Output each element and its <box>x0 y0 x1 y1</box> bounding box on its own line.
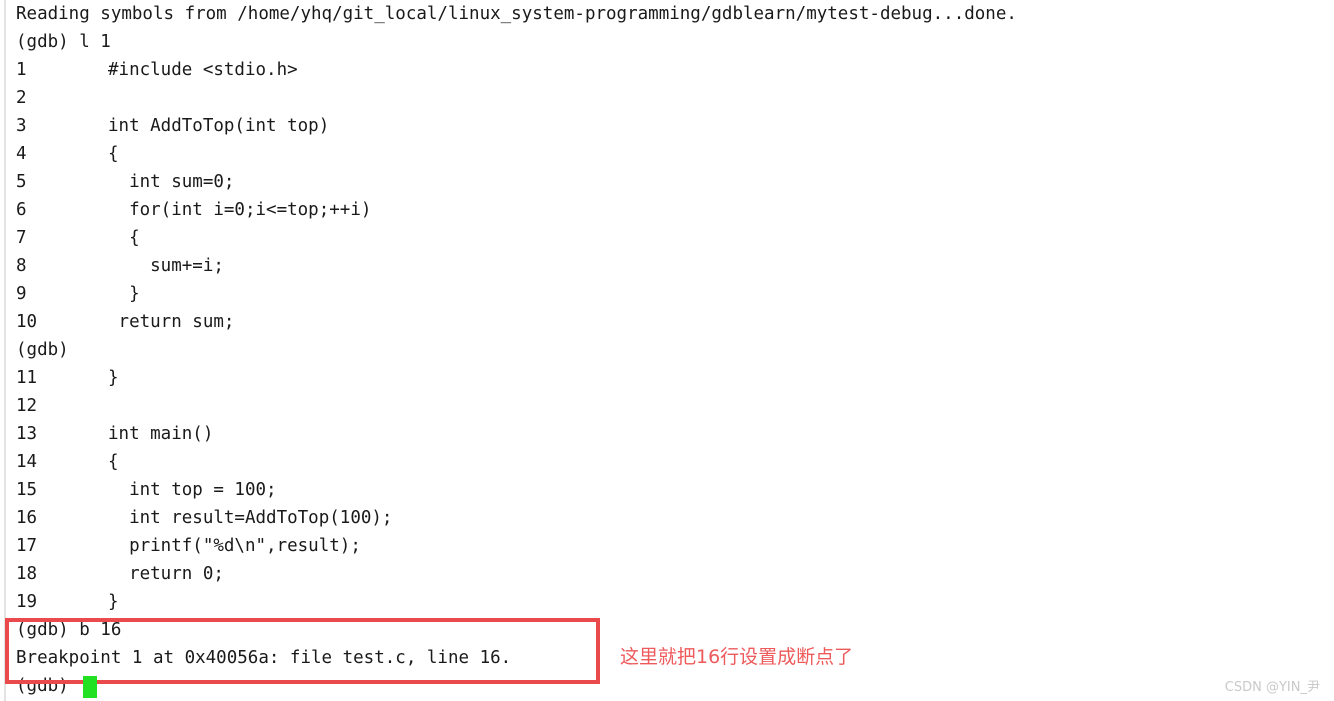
code-listing-row: 19} <box>16 588 119 616</box>
code-listing-row: 18 return 0; <box>16 560 224 588</box>
code-line-number: 6 <box>16 200 27 220</box>
code-listing-row-breakpoint-target: 16 int result=AddToTop(100); <box>16 504 392 532</box>
code-line-number: 18 <box>16 564 38 584</box>
gdb-terminal-output[interactable]: Reading symbols from /home/yhq/git_local… <box>0 0 1334 701</box>
terminal-cursor-block <box>83 676 97 698</box>
code-line-number: 9 <box>16 284 27 304</box>
code-line-text: int main() <box>108 424 214 444</box>
code-line-text: sum+=i; <box>108 256 224 276</box>
code-line-text: } <box>108 592 119 612</box>
code-line-text: { <box>108 228 140 248</box>
terminal-line-prompt-continue: (gdb) <box>16 340 69 360</box>
code-listing-row: 12 <box>16 392 108 420</box>
annotation-note-text: 这里就把16行设置成断点了 <box>620 646 854 668</box>
code-line-text: } <box>108 368 119 388</box>
code-listing-row: 2 <box>16 84 108 112</box>
code-listing-row: 15 int top = 100; <box>16 476 277 504</box>
code-line-number: 16 <box>16 508 38 528</box>
code-line-text: int top = 100; <box>108 480 277 500</box>
code-listing-row: 11} <box>16 364 119 392</box>
code-line-text: #include <stdio.h> <box>108 60 298 80</box>
code-line-number: 13 <box>16 424 38 444</box>
code-listing-row: 14 { <box>16 448 119 476</box>
terminal-line-prompt-list: (gdb) l 1 <box>16 32 111 52</box>
code-line-text: int sum=0; <box>108 172 235 192</box>
code-line-number: 15 <box>16 480 38 500</box>
code-line-number: 17 <box>16 536 38 556</box>
code-line-text: return sum; <box>108 312 235 332</box>
code-line-text: int AddToTop(int top) <box>108 116 330 136</box>
code-line-number: 8 <box>16 256 27 276</box>
code-line-number: 4 <box>16 144 27 164</box>
csdn-watermark: CSDN @YIN_尹 <box>1224 680 1320 695</box>
code-listing-row: 7 { <box>16 224 140 252</box>
code-listing-row: 8 sum+=i; <box>16 252 224 280</box>
code-line-text: return 0; <box>108 564 224 584</box>
code-line-text: { <box>108 452 119 472</box>
terminal-line-breakpoint-result: Breakpoint 1 at 0x40056a: file test.c, l… <box>16 648 512 668</box>
code-line-number: 10 <box>16 312 38 332</box>
code-line-text: { <box>108 144 119 164</box>
code-line-number: 3 <box>16 116 27 136</box>
code-listing-row: 10 return sum; <box>16 308 234 336</box>
code-listing-row: 3 int AddToTop(int top) <box>16 112 329 140</box>
terminal-line-prompt-final: (gdb) <box>16 676 69 696</box>
code-listing-row: 9 } <box>16 280 140 308</box>
code-line-text: for(int i=0;i<=top;++i) <box>108 200 372 220</box>
terminal-line-break-command: (gdb) b 16 <box>16 620 122 640</box>
code-line-text: int result=AddToTop(100); <box>108 508 393 528</box>
code-line-number: 2 <box>16 88 27 108</box>
code-listing-row: 1 #include <stdio.h> <box>16 56 298 84</box>
code-line-number: 12 <box>16 396 38 416</box>
code-line-number: 7 <box>16 228 27 248</box>
code-line-number: 14 <box>16 452 38 472</box>
terminal-line-reading-symbols: Reading symbols from /home/yhq/git_local… <box>16 4 1017 24</box>
code-line-text: } <box>108 284 140 304</box>
code-line-number: 19 <box>16 592 38 612</box>
code-line-text: printf("%d\n",result); <box>108 536 361 556</box>
code-listing-row: 6 for(int i=0;i<=top;++i) <box>16 196 371 224</box>
code-line-number: 1 <box>16 60 27 80</box>
code-listing-row: 5 int sum=0; <box>16 168 234 196</box>
code-listing-row: 4{ <box>16 140 119 168</box>
code-listing-row: 17 printf("%d\n",result); <box>16 532 361 560</box>
code-line-number: 11 <box>16 368 38 388</box>
code-listing-row: 13 int main() <box>16 420 213 448</box>
code-line-number: 5 <box>16 172 27 192</box>
